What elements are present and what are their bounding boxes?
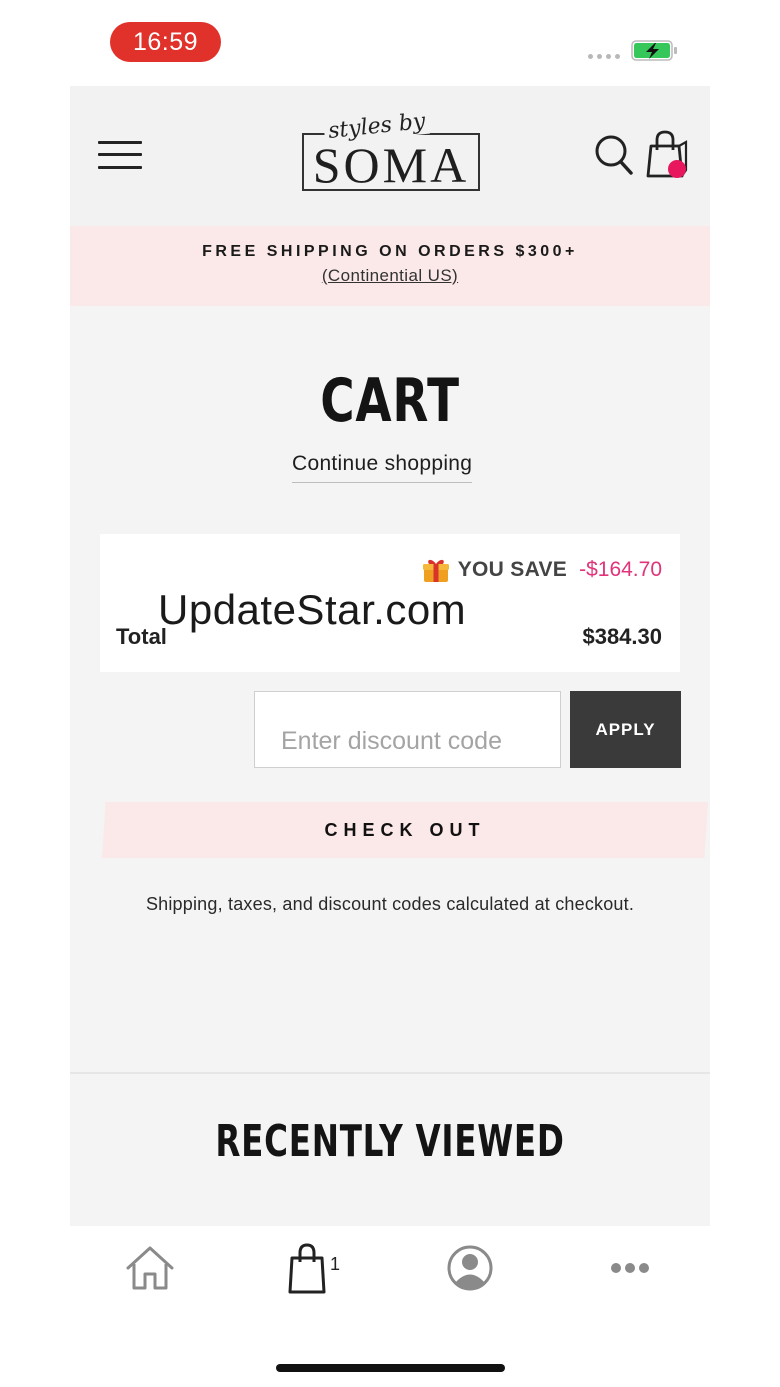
signal-icon	[588, 54, 620, 59]
gift-icon	[422, 559, 449, 582]
total-value: $384.30	[582, 624, 662, 649]
savings-row: YOU SAVE -$164.70	[422, 556, 662, 584]
cart-badge-dot	[668, 160, 686, 178]
more-icon[interactable]	[600, 1240, 660, 1296]
savings-amount: -$164.70	[579, 558, 662, 581]
app-view: styles by SOMA FREE SHIPPING ON ORDERS $…	[70, 86, 710, 1226]
menu-icon[interactable]	[98, 139, 142, 171]
page-title: CART	[320, 366, 460, 436]
total-label: Total	[116, 624, 167, 649]
savings-label: YOU SAVE	[457, 558, 568, 581]
home-icon[interactable]	[120, 1240, 180, 1296]
shipping-promo-banner: FREE SHIPPING ON ORDERS $300+ (Continent…	[70, 226, 710, 306]
checkout-button[interactable]: CHECK OUT	[102, 802, 708, 858]
bottom-tab-bar: 1	[0, 1226, 780, 1387]
cart-summary: YOU SAVE -$164.70 Total $384.30	[100, 534, 680, 672]
search-icon[interactable]	[594, 134, 634, 176]
status-time: 16:59	[110, 22, 221, 62]
bag-count-badge: 1	[330, 1254, 341, 1274]
promo-subtitle-link[interactable]: (Continential US)	[70, 266, 710, 286]
recently-viewed-title: RECENTLY VIEWED	[215, 1116, 565, 1167]
promo-title: FREE SHIPPING ON ORDERS $300+	[202, 243, 578, 260]
account-icon[interactable]	[440, 1240, 500, 1296]
checkout-label: CHECK OUT	[324, 819, 486, 840]
status-bar: 16:59	[0, 0, 780, 86]
continue-shopping-link[interactable]: Continue shopping	[292, 452, 473, 483]
checkout-note: Shipping, taxes, and discount codes calc…	[145, 894, 635, 914]
section-divider	[70, 1072, 710, 1074]
home-indicator	[276, 1364, 505, 1372]
battery-icon	[631, 40, 677, 61]
logo-word: SOMA	[312, 137, 470, 193]
discount-code-input[interactable]	[254, 691, 561, 768]
site-header: styles by SOMA	[70, 86, 710, 226]
apply-discount-button[interactable]: APPLY	[570, 691, 681, 768]
brand-logo[interactable]: styles by SOMA	[300, 108, 482, 194]
